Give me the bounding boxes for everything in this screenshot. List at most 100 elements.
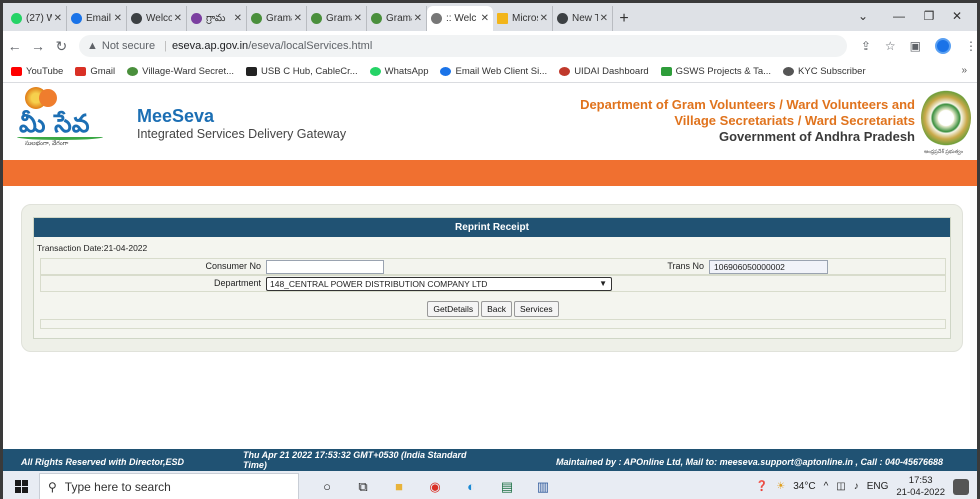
close-icon[interactable]: ✕ bbox=[174, 13, 182, 24]
browser-tab[interactable]: Micros✕ bbox=[493, 6, 553, 31]
trans-no-label: Trans No bbox=[667, 261, 704, 271]
services-button[interactable]: Services bbox=[514, 301, 559, 317]
bookmark-email-client[interactable]: Email Web Client Si... bbox=[440, 66, 547, 77]
close-icon[interactable]: ✕ bbox=[114, 13, 122, 24]
back-button[interactable]: Back bbox=[481, 301, 512, 317]
tab-strip: (27) W✕ Email✕ Welco✕ గ్రామ✕ Grama✕ Gram… bbox=[3, 3, 977, 31]
orange-banner bbox=[3, 160, 977, 186]
consumer-no-label: Consumer No bbox=[205, 261, 261, 271]
windows-start-icon[interactable] bbox=[3, 471, 39, 499]
get-details-button[interactable]: GetDetails bbox=[427, 301, 480, 317]
cortana-icon[interactable]: ○ bbox=[317, 477, 337, 497]
browser-tab[interactable]: Grama✕ bbox=[307, 6, 367, 31]
browser-tab[interactable]: Grama✕ bbox=[247, 6, 307, 31]
uidai-icon bbox=[559, 67, 571, 76]
address-bar: ← → ↻ ▲ Not secure | eseva.ap.gov.in/ese… bbox=[3, 31, 977, 61]
new-tab-button[interactable]: + bbox=[613, 6, 635, 31]
browser-tab[interactable]: New T✕ bbox=[553, 6, 613, 31]
tab-favicon-icon bbox=[191, 13, 202, 24]
emblem-label: ఆంధ్రప్రదేశ్ ప్రభుత్వం bbox=[924, 149, 963, 155]
weather-temp[interactable]: 34°C bbox=[793, 481, 815, 492]
youtube-icon bbox=[11, 67, 22, 76]
volume-icon[interactable]: ♪ bbox=[854, 481, 859, 492]
menu-icon[interactable]: ⋮ bbox=[965, 39, 977, 53]
bookmark-whatsapp[interactable]: WhatsApp bbox=[369, 66, 429, 77]
browser-tab-active[interactable]: :: Welc ✕ bbox=[427, 6, 493, 31]
bookmark-label: WhatsApp bbox=[384, 66, 429, 77]
bookmark-label: UIDAI Dashboard bbox=[574, 66, 649, 77]
share-icon[interactable]: ⇪ bbox=[861, 39, 871, 53]
back-arrow-icon[interactable]: ← bbox=[3, 38, 26, 54]
word-icon[interactable]: ▥ bbox=[533, 477, 553, 497]
close-icon[interactable]: ✕ bbox=[481, 13, 489, 24]
department-select[interactable]: 148_CENTRAL POWER DISTRIBUTION COMPANY L… bbox=[266, 277, 612, 291]
bookmark-village-ward[interactable]: Village-Ward Secret... bbox=[127, 66, 234, 77]
bookmarks-more-icon[interactable]: » bbox=[961, 65, 967, 76]
department-selected-value: 148_CENTRAL POWER DISTRIBUTION COMPANY L… bbox=[270, 279, 488, 289]
edge-icon[interactable]: ◐ bbox=[461, 477, 481, 497]
bookmark-youtube[interactable]: YouTube bbox=[11, 66, 63, 77]
amazon-icon bbox=[246, 67, 258, 76]
bookmark-uidai[interactable]: UIDAI Dashboard bbox=[559, 66, 649, 77]
notification-icon[interactable] bbox=[953, 478, 969, 495]
close-icon[interactable]: ✕ bbox=[294, 13, 302, 24]
bookmark-usb-hub[interactable]: USB C Hub, CableCr... bbox=[246, 66, 358, 77]
brand-name: MeeSeva bbox=[137, 106, 215, 126]
url-host: eseva.ap.gov.in bbox=[171, 40, 249, 52]
chevron-up-icon[interactable]: ^ bbox=[824, 481, 829, 492]
url-input[interactable]: ▲ Not secure | eseva.ap.gov.in/eseva/loc… bbox=[78, 35, 847, 57]
clock[interactable]: 17:53 21-04-2022 bbox=[896, 475, 945, 499]
bookmark-kyc[interactable]: KYC Subscriber bbox=[783, 66, 866, 77]
forward-arrow-icon[interactable]: → bbox=[26, 38, 49, 54]
dept-line: Department of Gram Volunteers / Ward Vol… bbox=[580, 97, 915, 112]
weather-icon[interactable]: ☀ bbox=[776, 481, 785, 492]
browser-tab[interactable]: గ్రామ ✕ bbox=[187, 6, 247, 31]
close-icon[interactable]: ✕ bbox=[414, 13, 422, 24]
windows-taskbar: ⚲ Type here to search ○ ⧉ ■ ◉ ◐ ▤ ▥ ❓ ☀ … bbox=[3, 471, 977, 499]
close-window-icon[interactable]: ✕ bbox=[937, 3, 977, 29]
help-icon[interactable]: ❓ bbox=[756, 481, 768, 492]
bookmark-label: GSWS Projects & Ta... bbox=[675, 66, 772, 77]
browser-tab[interactable]: Welco ✕ bbox=[127, 6, 187, 31]
warning-icon[interactable]: ▲ bbox=[87, 40, 98, 52]
panel-title: Reprint Receipt bbox=[34, 218, 950, 237]
sidepanel-icon[interactable]: ▣ bbox=[910, 39, 921, 53]
file-explorer-icon[interactable]: ■ bbox=[389, 477, 409, 497]
bookmark-label: Gmail bbox=[90, 66, 116, 77]
tab-search-icon[interactable]: ⌄ bbox=[843, 3, 883, 29]
bookmark-label: KYC Subscriber bbox=[798, 66, 866, 77]
browser-tab[interactable]: Email ✕ bbox=[67, 6, 127, 31]
footer-datetime: Thu Apr 21 2022 17:53:32 GMT+0530 (India… bbox=[243, 450, 467, 470]
profile-avatar[interactable] bbox=[935, 38, 952, 54]
bookmark-gmail[interactable]: Gmail bbox=[75, 66, 115, 77]
url-path: /eseva/localServices.html bbox=[248, 40, 373, 52]
browser-tab[interactable]: Grama✕ bbox=[367, 6, 427, 31]
tab-label: New T bbox=[572, 13, 598, 24]
taskbar-search-input[interactable]: ⚲ Type here to search bbox=[39, 472, 299, 499]
star-icon[interactable]: ☆ bbox=[885, 39, 896, 53]
tab-favicon-icon bbox=[71, 13, 82, 24]
close-icon[interactable]: ✕ bbox=[600, 13, 608, 24]
close-icon[interactable]: ✕ bbox=[54, 13, 62, 24]
bookmark-gsws[interactable]: GSWS Projects & Ta... bbox=[660, 66, 772, 77]
close-icon[interactable]: ✕ bbox=[354, 13, 362, 24]
close-icon[interactable]: ✕ bbox=[234, 13, 242, 24]
close-icon[interactable]: ✕ bbox=[540, 13, 548, 24]
tab-label: Email bbox=[86, 13, 112, 24]
trans-no-input[interactable]: 106906050000002 bbox=[709, 260, 828, 274]
department-title: Department of Gram Volunteers / Ward Vol… bbox=[580, 97, 915, 145]
tab-favicon-icon bbox=[557, 13, 568, 24]
form-row-department: Department 148_CENTRAL POWER DISTRIBUTIO… bbox=[40, 275, 946, 292]
bookmark-label: Email Web Client Si... bbox=[455, 66, 548, 77]
network-icon[interactable]: ◫ bbox=[836, 481, 845, 492]
consumer-no-input[interactable] bbox=[266, 260, 384, 274]
excel-icon[interactable]: ▤ bbox=[497, 477, 517, 497]
task-view-icon[interactable]: ⧉ bbox=[353, 477, 373, 497]
bookmarks-bar: YouTube Gmail Village-Ward Secret... USB… bbox=[3, 61, 977, 83]
reload-icon[interactable]: ↻ bbox=[50, 38, 73, 55]
meeseva-logo[interactable]: మీ సేవ సులభంగా, వేగంగా bbox=[15, 87, 115, 153]
govt-line: Government of Andhra Pradesh bbox=[719, 129, 915, 144]
language-indicator[interactable]: ENG bbox=[867, 481, 889, 492]
chrome-icon[interactable]: ◉ bbox=[425, 477, 445, 497]
browser-tab[interactable]: (27) W✕ bbox=[7, 6, 67, 31]
